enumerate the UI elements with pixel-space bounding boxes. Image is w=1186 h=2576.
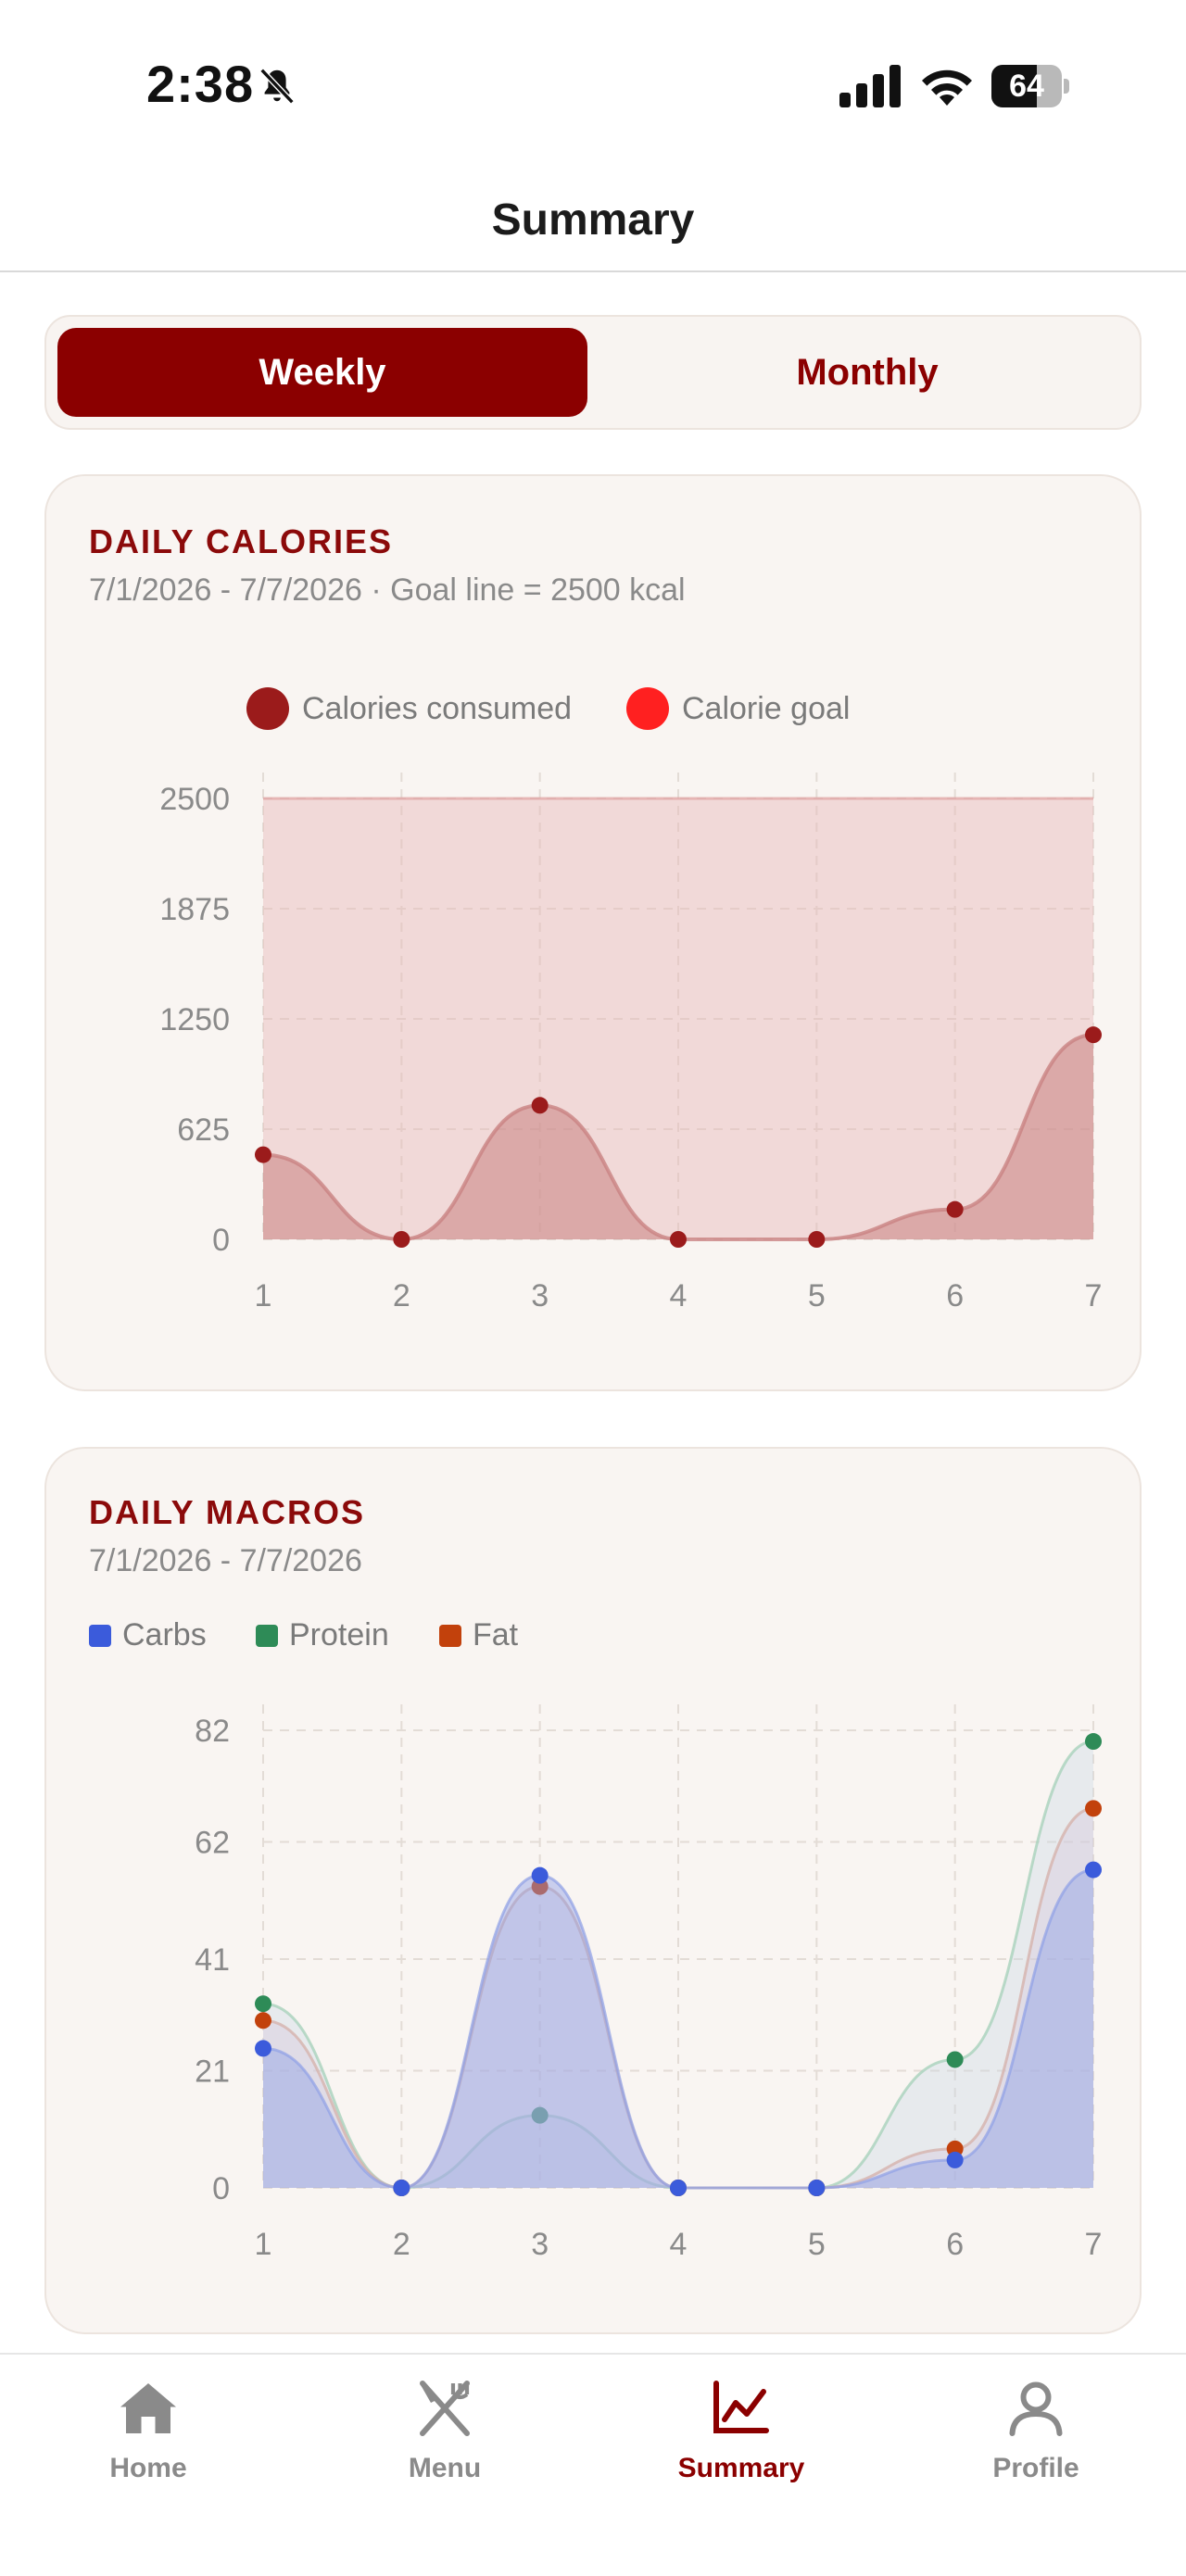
- y-tick-label: 1250: [159, 1002, 230, 1037]
- tab-menu[interactable]: Menu: [334, 2375, 556, 2514]
- protein-point: [255, 1995, 271, 2013]
- nav-header: Summary: [0, 167, 1186, 272]
- x-tick-label: 6: [946, 1278, 964, 1313]
- y-tick-label: 82: [195, 1714, 230, 1749]
- calories-consumed-point: [393, 1231, 410, 1248]
- status-bar: 2:38 64: [0, 0, 1186, 167]
- x-tick-label: 1: [255, 1278, 272, 1313]
- y-tick-label: 41: [195, 1942, 230, 1978]
- period-segmented-control: Weekly Monthly: [44, 315, 1142, 430]
- tab-label: Menu: [408, 2453, 482, 2483]
- y-tick-label: 0: [212, 2171, 230, 2206]
- x-tick-label: 2: [393, 1278, 410, 1313]
- x-tick-label: 5: [808, 1278, 826, 1313]
- x-tick-label: 3: [531, 2227, 549, 2262]
- daily-macros-card: DAILY MACROS 7/1/2026 - 7/7/2026 Carbs P…: [44, 1447, 1142, 2334]
- carbs-point: [393, 2180, 410, 2196]
- x-tick-label: 7: [1085, 1278, 1103, 1313]
- tab-label: Summary: [677, 2453, 805, 2483]
- calories-consumed-point: [670, 1231, 687, 1248]
- menu-fork-knife-icon: [420, 2381, 470, 2436]
- bottom-tab-bar: Home Menu Summary Profile: [0, 2353, 1186, 2576]
- x-tick-label: 4: [670, 2227, 688, 2262]
- tab-home[interactable]: Home: [37, 2375, 259, 2514]
- macros-chart: 0 21 41 62 82 1 2 3 4 5 6 7: [195, 1704, 1103, 2262]
- status-time: 2:38: [146, 55, 255, 113]
- calories-chart: 0 625 1250 1875 2500 1 2 3 4 5 6 7: [159, 773, 1103, 1313]
- carbs-point: [531, 1866, 549, 1884]
- x-tick-label: 4: [670, 1278, 688, 1313]
- calories-consumed-point: [946, 1200, 964, 1218]
- chart-line-icon: [713, 2381, 769, 2433]
- home-icon: [120, 2383, 176, 2433]
- calories-consumed-point: [1085, 1026, 1102, 1044]
- weekly-tab-button[interactable]: Weekly: [57, 328, 587, 417]
- carbs-point: [946, 2151, 964, 2168]
- carbs-point: [1085, 1861, 1102, 1879]
- x-tick-label: 2: [393, 2227, 410, 2262]
- calories-consumed-point: [808, 1231, 826, 1248]
- calorie-goal-area: [263, 798, 1093, 1239]
- y-tick-label: 2500: [159, 782, 230, 817]
- carbs-point: [255, 2040, 271, 2057]
- tab-label: Profile: [992, 2453, 1079, 2483]
- tab-summary[interactable]: Summary: [630, 2375, 852, 2514]
- x-tick-label: 7: [1085, 2227, 1103, 2262]
- y-tick-label: 1875: [159, 892, 230, 927]
- protein-point: [1085, 1733, 1102, 1751]
- daily-calories-card: DAILY CALORIES 7/1/2026 - 7/7/2026 · Goa…: [44, 474, 1142, 1391]
- tab-label: Home: [109, 2453, 187, 2483]
- calories-consumed-point: [255, 1146, 271, 1163]
- person-icon: [1009, 2381, 1063, 2436]
- bell-muted-icon: [259, 68, 295, 105]
- monthly-tab-button[interactable]: Monthly: [602, 328, 1132, 417]
- fat-point: [255, 2012, 271, 2029]
- battery-indicator: 64: [991, 65, 1069, 107]
- fat-point: [1085, 1800, 1102, 1817]
- x-tick-label: 5: [808, 2227, 826, 2262]
- x-tick-label: 3: [531, 1278, 549, 1313]
- page-title: Summary: [491, 195, 695, 245]
- wifi-icon: [922, 69, 972, 106]
- battery-percent: 64: [1009, 69, 1044, 104]
- protein-point: [946, 2051, 964, 2068]
- x-tick-label: 6: [946, 2227, 964, 2262]
- carbs-point: [808, 2180, 826, 2196]
- y-tick-label: 21: [195, 2054, 230, 2089]
- y-tick-label: 625: [177, 1112, 230, 1148]
- cellular-signal-icon: [839, 65, 901, 107]
- y-tick-label: 62: [195, 1825, 230, 1860]
- x-tick-label: 1: [255, 2227, 272, 2262]
- y-tick-label: 0: [212, 1223, 230, 1258]
- carbs-point: [670, 2180, 687, 2196]
- tab-profile[interactable]: Profile: [925, 2375, 1147, 2514]
- calories-consumed-point: [531, 1097, 549, 1114]
